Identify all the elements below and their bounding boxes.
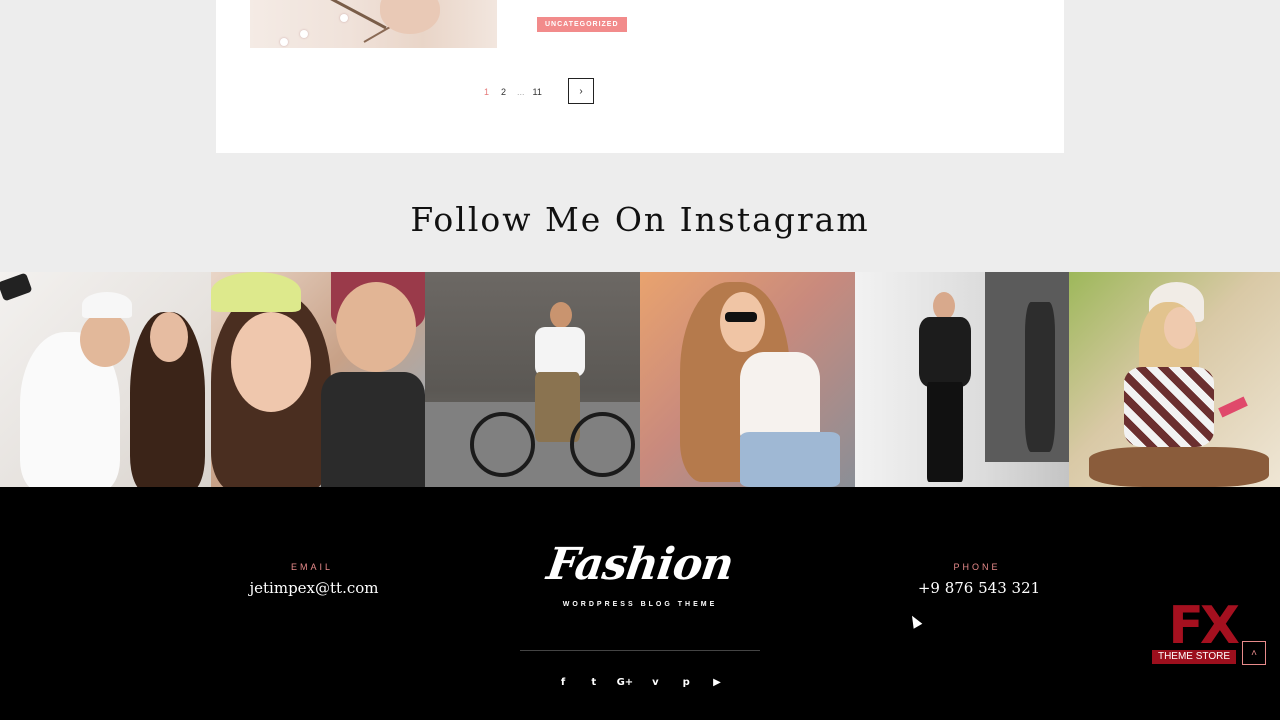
page-link[interactable]: 2 [501,87,506,97]
photo-reflection [1025,302,1055,452]
social-links: f t G+ v p ▶ [555,675,725,689]
photo-face [80,312,130,367]
photo-wheel [470,412,535,477]
photo-beanie [211,272,301,312]
photo-face [1164,307,1196,349]
post-thumbnail[interactable] [250,0,497,48]
thumb-flower [300,30,308,38]
footer-divider [520,650,760,651]
thumb-hand [380,0,440,34]
logo-tagline: WORDPRESS BLOG THEME [562,601,718,608]
photo-top [740,352,820,442]
thumb-flower [280,38,288,46]
chevron-up-icon: ˄ [1251,647,1257,659]
next-page-button[interactable]: › [568,78,594,104]
instagram-photo-man-bicycle[interactable] [425,272,640,487]
photo-face [150,312,188,362]
page-ellipsis: ... [517,87,525,97]
instagram-section-title: Follow Me On Instagram [410,200,870,239]
photo-tablet [1218,396,1248,418]
thumb-stem [323,0,387,30]
photo-face [336,282,416,372]
phone-label: PHONE [953,562,1001,572]
instagram-photo-man-leather-jacket[interactable] [855,272,1069,487]
photo-pants [927,382,963,482]
youtube-icon[interactable]: ▶ [709,677,725,688]
photo-shirt [535,327,585,377]
page-link-last[interactable]: 11 [533,87,542,97]
photo-face [933,292,955,320]
photo-shorts [740,432,840,487]
chevron-right-icon: › [579,85,583,97]
photo-body [321,372,425,487]
photo-face [231,312,311,412]
instagram-photo-couple-smiling[interactable] [211,272,425,487]
photo-hat [82,292,132,318]
photo-face [720,292,765,352]
watermark-text: THEME STORE [1152,650,1236,664]
phone-link[interactable]: +9 876 543 321 [879,579,1079,597]
instagram-gallery [0,272,1280,487]
instagram-photo-friends-selfie[interactable] [0,272,211,487]
pinterest-icon[interactable]: p [678,677,694,688]
photo-phone [0,272,33,302]
watermark-logo: FX [1168,596,1240,656]
photo-jacket [919,317,971,387]
photo-shirt [1124,367,1214,447]
pagination: 1 2 ... 11 [480,78,553,106]
site-logo[interactable]: Fashion [536,539,743,590]
instagram-photo-woman-tablet[interactable] [1069,272,1280,487]
page-link-current[interactable]: 1 [484,87,489,97]
vimeo-icon[interactable]: v [647,677,663,688]
photo-wheel [570,412,635,477]
instagram-photo-woman-sunglasses[interactable] [640,272,855,487]
facebook-icon[interactable]: f [555,677,571,688]
twitter-icon[interactable]: t [586,677,602,688]
site-footer: EMAIL jetimpex@tt.com Fashion WORDPRESS … [0,487,1280,720]
photo-bag [1089,447,1269,487]
back-to-top-button[interactable]: ˄ [1242,641,1266,665]
theme-store-watermark: FX THEME STORE [1152,596,1240,664]
photo-sunglasses [725,312,757,322]
email-link[interactable]: jetimpex@tt.com [214,579,414,597]
email-label: EMAIL [290,562,333,572]
photo-face [550,302,572,328]
google-plus-icon[interactable]: G+ [617,677,634,688]
thumb-flower [340,14,348,22]
blog-post-card: UNCATEGORIZED 1 2 ... 11 › [216,0,1064,153]
category-badge[interactable]: UNCATEGORIZED [537,17,627,32]
